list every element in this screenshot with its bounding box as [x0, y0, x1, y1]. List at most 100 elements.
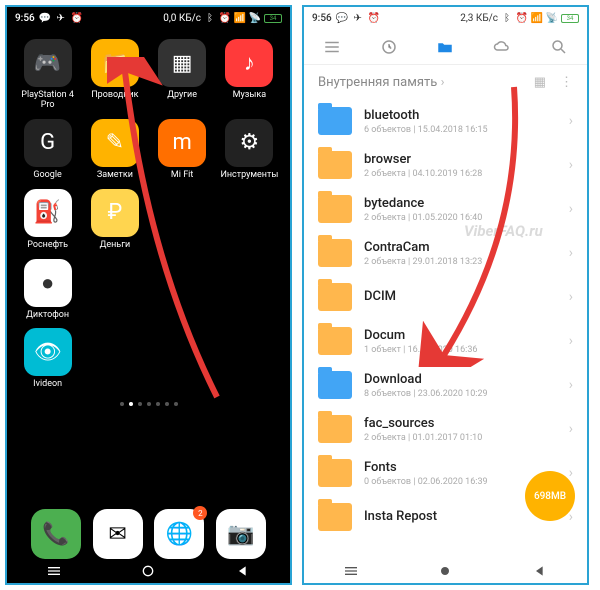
- status-bar: 9:56 💬 ✈ ⏰ 0,0 КБ/с ᛒ ⏰ 📶 📡 34: [7, 7, 290, 29]
- view-grid-icon[interactable]: ▦: [534, 75, 546, 90]
- wifi-icon: 📡: [249, 12, 261, 24]
- chevron-right-icon: ›: [569, 201, 573, 217]
- folder-DCIM[interactable]: DCIM ›: [304, 275, 587, 319]
- folder-meta: 2 объекта | 01.01.2017 01:10: [364, 433, 557, 443]
- folder-name: fac_sources: [364, 416, 557, 431]
- whatsapp-icon: 💬: [39, 12, 51, 24]
- app-Google[interactable]: GGoogle: [17, 119, 78, 181]
- chevron-right-icon: ›: [569, 289, 573, 305]
- nav-back-button[interactable]: [532, 563, 548, 579]
- folder-icon: [318, 415, 352, 443]
- alarm-icon: ⏰: [368, 12, 380, 24]
- more-icon[interactable]: ⋮: [560, 75, 573, 90]
- app-Другие[interactable]: ▦Другие: [152, 39, 213, 111]
- folder-Docum[interactable]: Docum 1 объект | 16.05.2020 16:36 ›: [304, 319, 587, 363]
- chevron-right-icon: ›: [569, 377, 573, 393]
- folder-meta: 6 объектов | 15.04.2018 16:15: [364, 125, 557, 135]
- page-indicator: [7, 402, 290, 406]
- folder-icon: [318, 283, 352, 311]
- folder-ContraCam[interactable]: ContraCam 2 объекта | 29.01.2018 13:23 ›: [304, 231, 587, 275]
- folder-icon: [318, 327, 352, 355]
- folder-browser[interactable]: browser 2 объекта | 04.10.2019 16:28 ›: [304, 143, 587, 187]
- folder-name: browser: [364, 152, 557, 167]
- folder-bluetooth[interactable]: bluetooth 6 объектов | 15.04.2018 16:15 …: [304, 99, 587, 143]
- alarm-icon: ⏰: [219, 12, 231, 24]
- folder-meta: 2 объекта | 29.01.2018 13:23: [364, 257, 557, 267]
- file-manager-tabs: [304, 29, 587, 65]
- app-Mi Fit[interactable]: mMi Fit: [152, 119, 213, 181]
- folder-meta: 1 объект | 16.05.2020 16:36: [364, 345, 557, 355]
- nav-menu-button[interactable]: [343, 563, 359, 579]
- wifi-icon: 📡: [546, 12, 558, 24]
- folder-icon: [318, 107, 352, 135]
- app-Деньги[interactable]: ₽Деньги: [84, 189, 145, 251]
- folder-fac_sources[interactable]: fac_sources 2 объекта | 01.01.2017 01:10…: [304, 407, 587, 451]
- folder-name: Insta Repost: [364, 509, 557, 524]
- app-Диктофон[interactable]: ●Диктофон: [17, 259, 78, 321]
- tab-cloud[interactable]: [490, 35, 514, 59]
- app-Ivideon[interactable]: 👁Ivideon: [17, 328, 78, 390]
- alarm-icon: ⏰: [516, 12, 528, 24]
- bluetooth-icon: ᛒ: [501, 12, 513, 24]
- network-speed: 2,3 КБ/с: [460, 13, 498, 24]
- tab-menu[interactable]: [320, 35, 344, 59]
- folder-name: Docum: [364, 328, 557, 343]
- dock-app[interactable]: ✉: [93, 509, 143, 559]
- dock: 📞✉🌐2📷: [7, 509, 290, 559]
- breadcrumb-label[interactable]: Внутренняя память: [318, 75, 437, 90]
- battery-icon: 34: [561, 14, 579, 23]
- nav-menu-button[interactable]: [46, 563, 62, 579]
- nav-home-button[interactable]: [437, 563, 453, 579]
- alarm-icon: ⏰: [71, 12, 83, 24]
- chevron-right-icon: ›: [441, 75, 445, 90]
- nav-bar: [304, 559, 587, 583]
- folder-bytedance[interactable]: bytedance 2 объекта | 01.05.2020 16:40 ›: [304, 187, 587, 231]
- chevron-right-icon: ›: [569, 113, 573, 129]
- status-time: 9:56: [15, 13, 35, 24]
- folder-meta: 2 объекта | 04.10.2019 16:28: [364, 169, 557, 179]
- app-PlayStation 4 Pro[interactable]: 🎮PlayStation 4 Pro: [17, 39, 78, 111]
- app-Заметки[interactable]: ✎Заметки: [84, 119, 145, 181]
- folder-icon: [318, 239, 352, 267]
- phone-left-homescreen: 9:56 💬 ✈ ⏰ 0,0 КБ/с ᛒ ⏰ 📶 📡 34 🎮PlayStat…: [5, 5, 292, 585]
- dock-app[interactable]: 📷: [216, 509, 266, 559]
- app-Музыка[interactable]: ♪Музыка: [219, 39, 280, 111]
- dock-app[interactable]: 🌐2: [154, 509, 204, 559]
- folder-Download[interactable]: Download 8 объектов | 23.06.2020 10:29 ›: [304, 363, 587, 407]
- folder-meta: 2 объекта | 01.05.2020 16:40: [364, 213, 557, 223]
- folder-icon: [318, 503, 352, 531]
- status-bar: 9:56 💬 ✈ ⏰ 2,3 КБ/с ᛒ ⏰ 📶 📡 34: [304, 7, 587, 29]
- nav-back-button[interactable]: [235, 563, 251, 579]
- tab-recent[interactable]: [377, 35, 401, 59]
- folder-icon: [318, 195, 352, 223]
- nav-bar: [7, 559, 290, 583]
- status-time: 9:56: [312, 13, 332, 24]
- chevron-right-icon: ›: [569, 157, 573, 173]
- phone-right-filemanager: 9:56 💬 ✈ ⏰ 2,3 КБ/с ᛒ ⏰ 📶 📡 34 Внутрення…: [302, 5, 589, 585]
- nav-home-button[interactable]: [140, 563, 156, 579]
- app-Проводник[interactable]: 📁Проводник: [84, 39, 145, 111]
- telegram-icon: ✈: [55, 12, 67, 24]
- folder-icon: [318, 151, 352, 179]
- folder-name: Download: [364, 372, 557, 387]
- signal-icon: 📶: [234, 12, 246, 24]
- app-Инструменты[interactable]: ⚙Инструменты: [219, 119, 280, 181]
- tab-search[interactable]: [547, 35, 571, 59]
- telegram-icon: ✈: [352, 12, 364, 24]
- app-grid: 🎮PlayStation 4 Pro📁Проводник▦Другие♪Музы…: [7, 29, 290, 390]
- folder-icon: [318, 371, 352, 399]
- app-Роснефть[interactable]: ⛽Роснефть: [17, 189, 78, 251]
- folder-icon: [318, 459, 352, 487]
- folder-meta: 8 объектов | 23.06.2020 10:29: [364, 389, 557, 399]
- storage-size-badge[interactable]: 698MB: [525, 471, 575, 521]
- chevron-right-icon: ›: [569, 421, 573, 437]
- tab-storage[interactable]: [433, 35, 457, 59]
- battery-icon: 34: [264, 14, 282, 23]
- folder-name: bytedance: [364, 196, 557, 211]
- whatsapp-icon: 💬: [336, 12, 348, 24]
- breadcrumb: Внутренняя память › ▦ ⋮: [304, 65, 587, 99]
- dock-app[interactable]: 📞: [31, 509, 81, 559]
- network-speed: 0,0 КБ/с: [163, 13, 201, 24]
- bluetooth-icon: ᛒ: [204, 12, 216, 24]
- chevron-right-icon: ›: [569, 465, 573, 481]
